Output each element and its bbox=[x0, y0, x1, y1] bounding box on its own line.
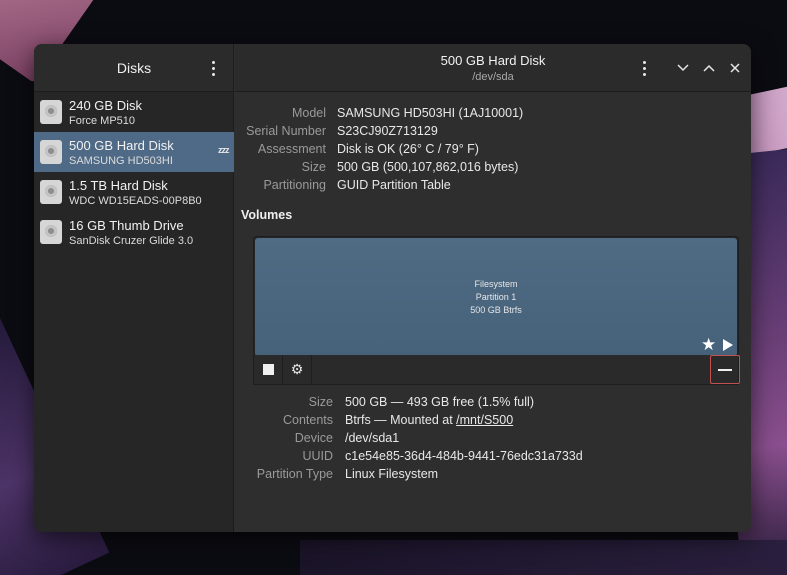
delete-partition-button[interactable] bbox=[710, 355, 740, 384]
disk-model: Force MP510 bbox=[69, 115, 136, 127]
vol-row-size: Size 500 GB — 493 GB free (1.5% full) bbox=[235, 395, 751, 413]
disk-model: SAMSUNG HD503HI bbox=[69, 155, 173, 167]
vol-label: UUID bbox=[302, 449, 333, 463]
vol-value: 500 GB — 493 GB free (1.5% full) bbox=[345, 395, 534, 409]
gears-button[interactable]: ⚙ bbox=[283, 355, 312, 384]
partition-size-text: 500 GB Btrfs bbox=[470, 305, 522, 315]
chevron-down-icon bbox=[677, 64, 689, 72]
vol-row-contents: Contents Btrfs — Mounted at /mnt/S500 bbox=[235, 413, 751, 431]
hard-disk-icon bbox=[40, 220, 62, 244]
maximize-button[interactable] bbox=[699, 58, 719, 78]
vol-label: Contents bbox=[282, 413, 333, 427]
sidebar: Disks 240 GB Disk Force MP510 500 GB Har… bbox=[34, 44, 234, 532]
info-value: S23CJ90Z713129 bbox=[337, 124, 438, 138]
info-value: GUID Partition Table bbox=[337, 178, 451, 192]
info-row-size: Size 500 GB (500,107,862,016 bytes) bbox=[235, 160, 751, 178]
gears-icon: ⚙ bbox=[290, 361, 304, 377]
mount-point-link[interactable]: /mnt/S500 bbox=[456, 413, 513, 427]
info-value: SAMSUNG HD503HI (1AJ10001) bbox=[337, 106, 524, 120]
unmount-button[interactable] bbox=[254, 355, 283, 384]
disk-name: 16 GB Thumb Drive bbox=[69, 218, 184, 233]
partition-name-text: Partition 1 bbox=[475, 292, 517, 302]
info-label: Size bbox=[301, 160, 326, 174]
hard-disk-icon bbox=[40, 140, 62, 164]
vol-value: /dev/sda1 bbox=[345, 431, 400, 445]
disk-name: 500 GB Hard Disk bbox=[69, 138, 174, 153]
drive-menu-icon[interactable] bbox=[635, 58, 653, 78]
vol-label: Device bbox=[294, 431, 333, 445]
partition-label: Filesystem Partition 1 500 GB Btrfs bbox=[255, 278, 737, 317]
hard-disk-icon bbox=[40, 180, 62, 204]
info-row-serial: Serial Number S23CJ90Z713129 bbox=[235, 124, 751, 142]
disk-model: WDC WD15EADS-00P8B0 bbox=[69, 195, 202, 207]
info-row-assessment: Assessment Disk is OK (26° C / 79° F) bbox=[235, 142, 751, 160]
info-label: Serial Number bbox=[246, 124, 326, 138]
vol-label: Partition Type bbox=[256, 467, 333, 481]
disk-model: SanDisk Cruzer Glide 3.0 bbox=[69, 235, 194, 247]
info-label: Model bbox=[291, 106, 326, 120]
info-value: Disk is OK (26° C / 79° F) bbox=[337, 142, 479, 156]
close-button[interactable] bbox=[725, 58, 745, 78]
info-row-model: Model SAMSUNG HD503HI (1AJ10001) bbox=[235, 106, 751, 124]
chevron-up-icon bbox=[703, 64, 715, 72]
partition-type-text: Filesystem bbox=[474, 279, 518, 289]
close-icon bbox=[730, 63, 740, 73]
vol-row-partition-type: Partition Type Linux Filesystem bbox=[235, 467, 751, 485]
vol-label: Size bbox=[308, 395, 333, 409]
info-label: Assessment bbox=[257, 142, 326, 156]
disk-item-1-5tb[interactable]: 1.5 TB Hard Disk WDC WD15EADS-00P8B0 bbox=[34, 172, 234, 212]
vol-row-uuid: UUID c1e54e85-36d4-484b-9441-76edc31a733… bbox=[235, 449, 751, 467]
play-icon bbox=[723, 339, 733, 351]
sidebar-header: Disks bbox=[34, 44, 233, 92]
info-value: 500 GB (500,107,862,016 bytes) bbox=[337, 160, 519, 174]
disk-item-16gb[interactable]: 16 GB Thumb Drive SanDisk Cruzer Glide 3… bbox=[34, 212, 234, 252]
disk-name: 1.5 TB Hard Disk bbox=[69, 178, 168, 193]
header-bar: 500 GB Hard Disk /dev/sda bbox=[235, 44, 751, 92]
wallpaper-shape bbox=[300, 540, 787, 575]
kebab-menu-icon[interactable] bbox=[204, 58, 222, 78]
main-panel: 500 GB Hard Disk /dev/sda Model SAMSUNG … bbox=[235, 44, 751, 532]
volume-map: Filesystem Partition 1 500 GB Btrfs ★ bbox=[253, 236, 739, 356]
contents-text: Btrfs — Mounted at bbox=[345, 413, 457, 427]
volumes-heading: Volumes bbox=[241, 208, 293, 222]
minimize-button[interactable] bbox=[673, 58, 693, 78]
sleep-icon: zzz bbox=[218, 145, 229, 155]
partition-block[interactable]: Filesystem Partition 1 500 GB Btrfs ★ bbox=[255, 238, 737, 355]
volume-toolbar: ⚙ bbox=[253, 355, 740, 385]
disk-item-500gb[interactable]: 500 GB Hard Disk SAMSUNG HD503HI zzz bbox=[34, 132, 234, 172]
star-icon: ★ bbox=[701, 335, 717, 354]
disk-name: 240 GB Disk bbox=[69, 98, 142, 113]
hard-disk-icon bbox=[40, 100, 62, 124]
vol-value: Linux Filesystem bbox=[345, 467, 439, 481]
info-row-partitioning: Partitioning GUID Partition Table bbox=[235, 178, 751, 196]
vol-value: c1e54e85-36d4-484b-9441-76edc31a733d bbox=[345, 449, 583, 463]
disk-item-240gb[interactable]: 240 GB Disk Force MP510 bbox=[34, 92, 234, 132]
info-label: Partitioning bbox=[263, 178, 326, 192]
disks-window: Disks 240 GB Disk Force MP510 500 GB Har… bbox=[34, 44, 751, 532]
vol-value: Btrfs — Mounted at /mnt/S500 bbox=[345, 413, 513, 427]
vol-row-device: Device /dev/sda1 bbox=[235, 431, 751, 449]
